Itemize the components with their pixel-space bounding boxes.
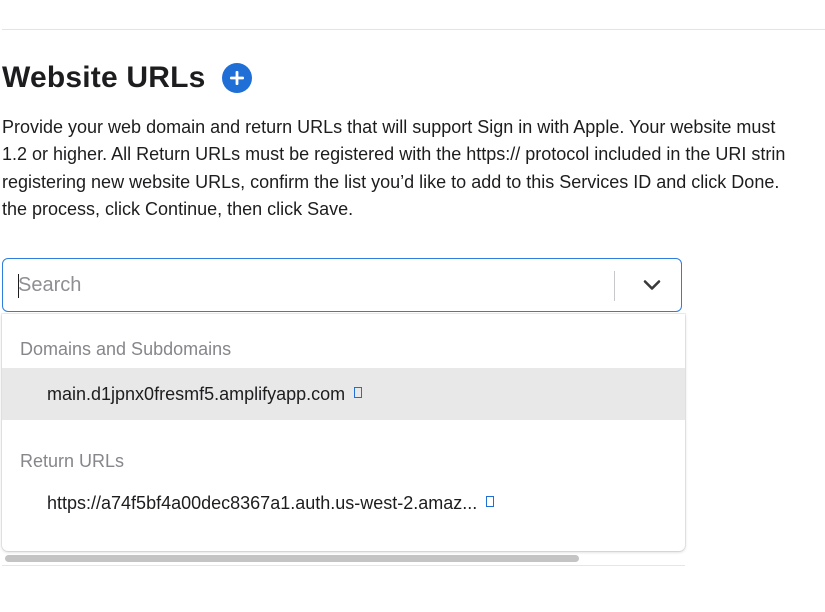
website-url-combobox[interactable]: [2, 258, 682, 312]
description-line: Provide your web domain and return URLs …: [2, 117, 776, 137]
option-label: main.d1jpnx0fresmf5.amplifyapp.com: [47, 383, 346, 404]
add-website-url-button[interactable]: [221, 63, 252, 93]
page: Website URLs Provide your web domain and…: [0, 0, 825, 612]
external-link-icon: [354, 386, 363, 398]
description-line: the process, click Continue, then click …: [2, 198, 354, 219]
combobox-separator: [614, 271, 615, 301]
plus-circle-icon: [229, 71, 244, 85]
domain-option[interactable]: main.d1jpnx0fresmf5.amplifyapp.com: [2, 368, 685, 420]
option-label: https://a74f5bf4a00dec8367a1.auth.us-wes…: [47, 492, 478, 513]
top-divider: [2, 29, 825, 30]
dropdown-toggle-button[interactable]: [623, 259, 681, 311]
description-line: registering new website URLs, confirm th…: [2, 171, 780, 192]
text-cursor: [18, 274, 19, 298]
return-url-option[interactable]: https://a74f5bf4a00dec8367a1.auth.us-wes…: [2, 477, 685, 529]
dropdown-menu: Domains and Subdomains main.d1jpnx0fresm…: [2, 314, 685, 551]
scrollbar-thumb[interactable]: [5, 555, 579, 562]
section-description: Provide your web domain and return URLs …: [2, 114, 825, 223]
description-line: 1.2 or higher. All Return URLs must be r…: [2, 144, 786, 165]
chevron-down-icon: [643, 280, 661, 290]
section-header: Website URLs: [2, 58, 252, 98]
section-title: Website URLs: [2, 61, 206, 94]
bottom-divider: [2, 565, 685, 566]
search-input[interactable]: [18, 259, 608, 311]
group-label-return-urls: Return URLs: [20, 451, 125, 471]
group-label-domains: Domains and Subdomains: [20, 339, 232, 359]
external-link-icon: [486, 495, 495, 507]
horizontal-scrollbar[interactable]: [2, 554, 685, 564]
